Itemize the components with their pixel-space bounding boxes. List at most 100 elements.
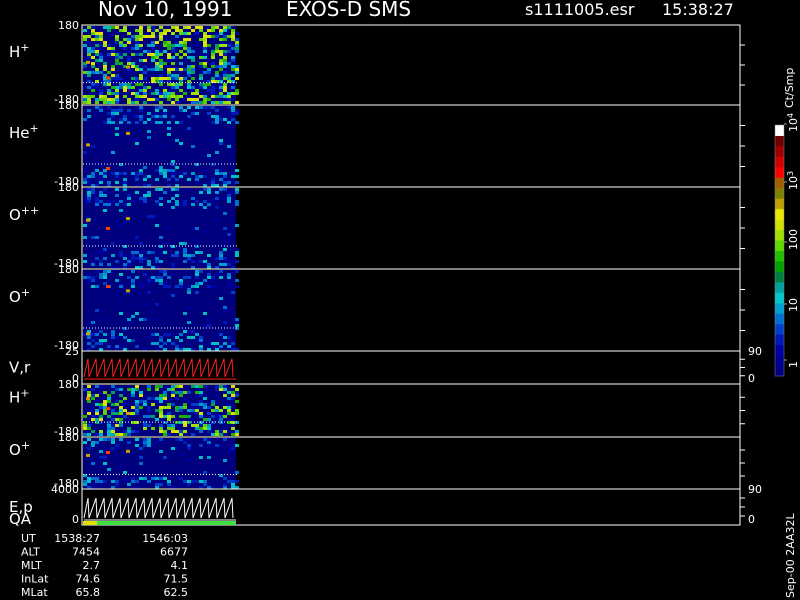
heatmap-cell	[163, 391, 167, 394]
panel-h-plus-1: 180-180H+	[9, 19, 745, 106]
heatmap-cell	[183, 77, 187, 80]
heatmap-cell	[179, 50, 183, 53]
heatmap-cell	[223, 95, 227, 98]
heatmap-cell	[91, 65, 95, 68]
heatmap-cell	[199, 175, 203, 178]
heatmap-cell	[107, 181, 111, 184]
heatmap-cell	[131, 139, 135, 142]
heatmap-cell	[115, 412, 119, 415]
heatmap-hot-cell	[106, 451, 110, 455]
heatmap-cell	[175, 101, 179, 104]
heatmap-cell	[187, 306, 191, 309]
heatmap-cell	[227, 273, 231, 276]
heatmap-cell	[151, 215, 155, 218]
heatmap-cell	[187, 459, 191, 462]
heatmap-cell	[191, 56, 195, 59]
heatmap-cell	[227, 101, 231, 104]
heatmap-cell	[175, 391, 179, 394]
heatmap-cell	[99, 465, 103, 468]
heatmap-cell	[95, 71, 99, 74]
heatmap-cell	[163, 433, 167, 436]
heatmap-cell	[167, 71, 171, 74]
heatmap-cell	[219, 433, 223, 436]
heatmap-cell	[83, 236, 87, 239]
heatmap-cell	[91, 397, 95, 400]
heatmap-cell	[103, 270, 107, 273]
heatmap-cell	[207, 98, 211, 101]
heatmap-cell	[155, 257, 159, 260]
heatmap-cell	[115, 112, 119, 115]
heatmap-cell	[219, 41, 223, 44]
heatmap-cell	[219, 86, 223, 89]
heatmap-cell	[231, 38, 235, 41]
heatmap-cell	[231, 175, 235, 178]
heatmap-cell	[175, 430, 179, 433]
heatmap-cell	[183, 41, 187, 44]
heatmap-cell	[87, 480, 91, 483]
heatmap-cell	[187, 288, 191, 291]
heatmap-cell	[159, 397, 163, 400]
footer-label: UT	[21, 532, 36, 545]
heatmap-cell	[163, 89, 167, 92]
colorbar-segment	[775, 334, 784, 346]
heatmap-cell	[135, 172, 139, 175]
heatmap-cell	[203, 50, 207, 53]
heatmap-hot-cell	[86, 218, 90, 222]
heatmap-cell	[187, 424, 191, 427]
panel-label: V,r	[9, 359, 31, 377]
heatmap-cell	[195, 112, 199, 115]
heatmap-cell	[231, 44, 235, 47]
heatmap-cell	[91, 172, 95, 175]
heatmap-cell	[223, 71, 227, 74]
heatmap-cell	[191, 59, 195, 62]
heatmap-cell	[139, 95, 143, 98]
colorbar-segment	[775, 323, 784, 335]
heatmap-cell	[131, 53, 135, 56]
heatmap-cell	[119, 44, 123, 47]
heatmap-cell	[91, 333, 95, 336]
heatmap-cell	[115, 86, 119, 89]
heatmap-cell	[115, 38, 119, 41]
heatmap-cell	[235, 38, 239, 41]
heatmap-cell	[111, 447, 115, 450]
heatmap-cell	[155, 400, 159, 403]
colorbar-segment	[775, 355, 784, 367]
heatmap-cell	[139, 89, 143, 92]
heatmap-cell	[179, 415, 183, 418]
heatmap-cell	[203, 98, 207, 101]
heatmap-cell	[111, 427, 115, 430]
heatmap-cell	[203, 471, 207, 474]
heatmap-cell	[171, 385, 175, 388]
heatmap-cell	[103, 203, 107, 206]
heatmap-cell	[91, 263, 95, 266]
heatmap-cell	[179, 385, 183, 388]
heatmap-cell	[127, 59, 131, 62]
heatmap-cell	[87, 391, 91, 394]
heatmap-cell	[199, 339, 203, 342]
heatmap-cell	[223, 227, 227, 230]
heatmap-cell	[111, 151, 115, 154]
trace-line	[83, 358, 234, 378]
heatmap-cell	[155, 106, 159, 109]
heatmap-cell	[131, 47, 135, 50]
heatmap-cell	[135, 400, 139, 403]
heatmap-cell	[147, 480, 151, 483]
heatmap-cell	[99, 53, 103, 56]
heatmap-cell	[123, 95, 127, 98]
panel-label-sup: +	[21, 286, 30, 299]
heatmap-cell	[127, 433, 131, 436]
heatmap-cell	[139, 318, 143, 321]
heatmap-cell	[147, 26, 151, 29]
heatmap-cell	[139, 35, 143, 38]
heatmap-cell	[183, 276, 187, 279]
heatmap-cell	[107, 106, 111, 109]
heatmap-cell	[119, 400, 123, 403]
heatmap-cell	[183, 175, 187, 178]
heatmap-cell	[223, 388, 227, 391]
panel-label-sup: ++	[21, 204, 39, 217]
heatmap-cell	[175, 336, 179, 339]
heatmap-cell	[159, 106, 163, 109]
heatmap-cell	[99, 438, 103, 441]
heatmap-cell	[111, 200, 115, 203]
heatmap-cell	[159, 32, 163, 35]
